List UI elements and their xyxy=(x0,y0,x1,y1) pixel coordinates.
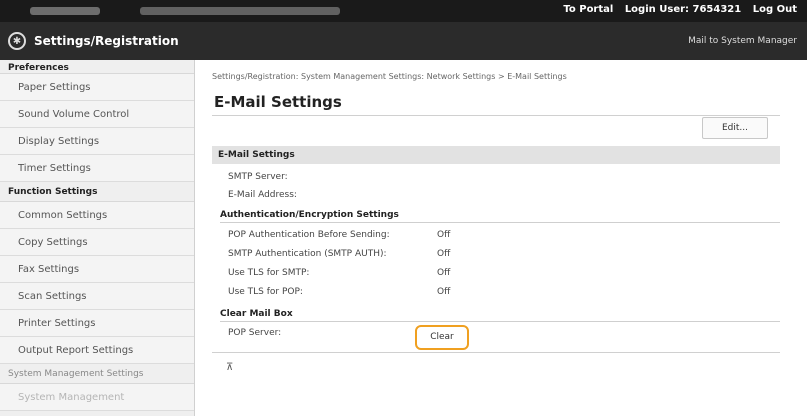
sidebar-item-display-settings[interactable]: Display Settings xyxy=(0,128,194,155)
setting-value: Off xyxy=(437,287,451,297)
to-portal-link[interactable]: To Portal xyxy=(563,4,613,15)
clear-mail-box-heading: Clear Mail Box xyxy=(220,309,780,322)
sidebar-section-preferences: Preferences xyxy=(0,60,194,74)
setting-value: Off xyxy=(437,249,451,259)
sidebar-item-scan-settings[interactable]: Scan Settings xyxy=(0,283,194,310)
use-tls-pop-row: Use TLS for POP: Off xyxy=(228,287,450,297)
sidebar-item-common-settings[interactable]: Common Settings xyxy=(0,202,194,229)
sidebar-item-copy-settings[interactable]: Copy Settings xyxy=(0,229,194,256)
sidebar-item-fax-settings[interactable]: Fax Settings xyxy=(0,256,194,283)
email-settings-section-header: E-Mail Settings xyxy=(212,146,780,164)
header-bar: ✱ Settings/Registration Mail to System M… xyxy=(0,22,807,60)
title-divider xyxy=(212,115,780,116)
sidebar-section-system-management-settings: System Management Settings xyxy=(0,364,194,384)
setting-label: Use TLS for SMTP: xyxy=(228,268,310,278)
sidebar-item-output-report-settings[interactable]: Output Report Settings xyxy=(0,337,194,364)
setting-label: SMTP Authentication (SMTP AUTH): xyxy=(228,249,387,259)
sidebar-item-paper-settings[interactable]: Paper Settings xyxy=(0,74,194,101)
sidebar-item-printer-settings[interactable]: Printer Settings xyxy=(0,310,194,337)
sidebar-item-sound-volume-control[interactable]: Sound Volume Control xyxy=(0,101,194,128)
setting-label: POP Authentication Before Sending: xyxy=(228,230,390,240)
top-links: To Portal Login User: 7654321 Log Out xyxy=(555,4,797,15)
smtp-auth-row: SMTP Authentication (SMTP AUTH): Off xyxy=(228,249,450,259)
logout-link[interactable]: Log Out xyxy=(753,4,797,15)
sidebar-item-timer-settings[interactable]: Timer Settings xyxy=(0,155,194,182)
page-header-title: Settings/Registration xyxy=(34,34,179,48)
home-gear-icon[interactable]: ✱ xyxy=(8,32,26,50)
main-content: Settings/Registration: System Management… xyxy=(212,60,792,416)
clear-button[interactable]: Clear xyxy=(415,325,469,350)
page-title: E-Mail Settings xyxy=(214,93,342,111)
pop-auth-before-sending-row: POP Authentication Before Sending: Off xyxy=(228,230,450,240)
smtp-server-label: SMTP Server: xyxy=(228,172,288,182)
bottom-divider xyxy=(212,352,780,353)
setting-label: Use TLS for POP: xyxy=(228,287,303,297)
sidebar: Preferences Paper Settings Sound Volume … xyxy=(0,60,195,416)
blurred-device-info xyxy=(140,7,340,15)
login-user-label: Login User: 7654321 xyxy=(624,4,742,15)
smtp-server-row: SMTP Server: xyxy=(228,172,288,182)
pop-server-row: POP Server: xyxy=(228,328,281,338)
auth-encryption-heading: Authentication/Encryption Settings xyxy=(220,210,780,223)
edit-button[interactable]: Edit... xyxy=(702,117,768,139)
pop-server-label: POP Server: xyxy=(228,328,282,338)
blurred-device-name xyxy=(30,7,100,15)
back-to-top-icon[interactable]: ⊼ xyxy=(226,362,233,373)
sidebar-section-function-settings: Function Settings xyxy=(0,182,194,202)
use-tls-smtp-row: Use TLS for SMTP: Off xyxy=(228,268,450,278)
top-bar: To Portal Login User: 7654321 Log Out xyxy=(0,0,807,22)
setting-value: Off xyxy=(437,230,451,240)
breadcrumb: Settings/Registration: System Management… xyxy=(212,72,567,81)
email-address-row: E-Mail Address: xyxy=(228,190,297,200)
email-address-label: E-Mail Address: xyxy=(228,190,297,200)
sidebar-item-system-management[interactable]: System Management xyxy=(0,384,194,411)
mail-to-system-manager-link[interactable]: Mail to System Manager xyxy=(688,36,797,46)
setting-value: Off xyxy=(437,268,451,278)
